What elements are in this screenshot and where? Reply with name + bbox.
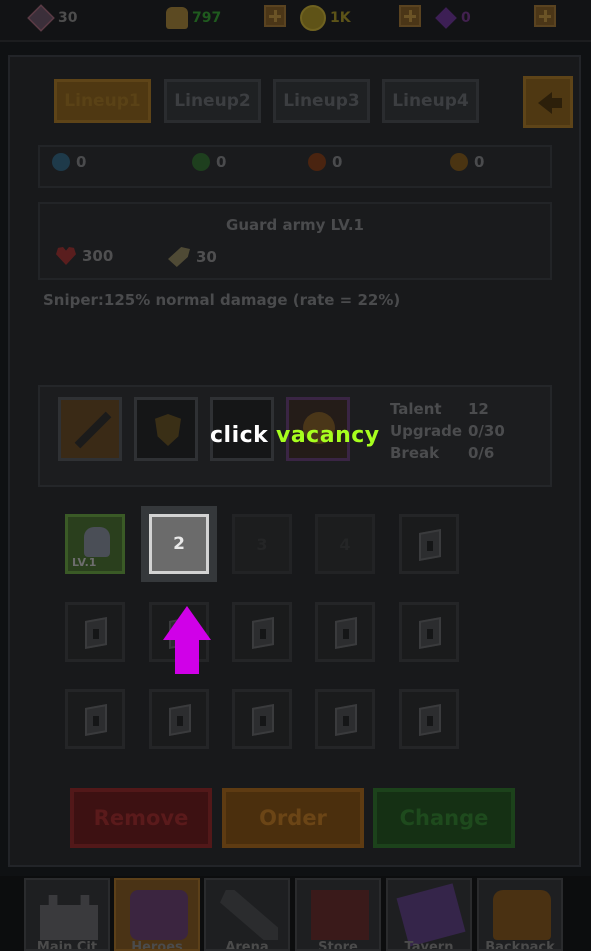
formation-slot-3[interactable]: 3 [232,514,292,574]
shop-icon [311,890,369,940]
locked-slot [149,689,209,749]
stat-fire: 0 [308,153,342,171]
rock-icon [450,153,468,171]
armor-slot[interactable] [134,397,198,461]
locked-slot [65,689,125,749]
slot-number: 3 [256,535,268,554]
add-crystals-button[interactable] [534,5,556,27]
add-coins-button[interactable] [399,5,421,27]
locked-slot [65,602,125,662]
locked-slot [399,602,459,662]
tutorial-vacancy-text: vacancy [276,423,380,448]
locked-slot [399,514,459,574]
nav-label: Store [318,940,358,951]
tab-lineup4[interactable]: Lineup4 [382,79,479,123]
nav-backpack[interactable]: Backpack [477,878,563,951]
bread-icon [166,7,188,29]
upgrade-value: 0/30 [468,422,505,440]
back-button[interactable] [523,76,573,128]
swirl-icon [52,153,70,171]
nav-tavern[interactable]: Tavern [386,878,472,951]
helmet-icon [130,890,188,940]
change-button[interactable]: Change [373,788,515,848]
castle-icon [40,895,98,940]
nav-heroes[interactable]: Heroes [114,878,200,951]
army-attack-value: 30 [196,248,217,266]
coin-counter: 1K [300,5,351,31]
order-button[interactable]: Order [222,788,364,848]
nav-store[interactable]: Store [295,878,381,951]
food-counter: 797 [166,6,221,30]
food-amount: 797 [192,10,222,26]
attack-icon [168,247,190,267]
gem-icon [27,4,55,32]
nav-label: Main Cit [36,940,98,951]
crystal-icon [435,7,457,29]
hero-level: LV.1 [72,556,97,569]
tab-lineup3[interactable]: Lineup3 [273,79,370,123]
backpack-icon [493,890,551,940]
crystal-amount: 0 [461,10,471,26]
talent-value: 12 [468,400,489,418]
nav-label: Tavern [404,940,454,951]
fire-icon [308,153,326,171]
locked-slot [315,602,375,662]
tutorial-click-text: click [210,423,269,448]
crystal-counter: 0 [435,6,471,30]
stat-speed-value: 0 [76,153,87,171]
nav-main-city[interactable]: Main Cit [24,878,110,951]
stat-speed: 0 [52,153,86,171]
formation-slot-1[interactable]: LV.1 [65,514,125,574]
break-row: Break 0/6 [390,444,494,462]
locked-slot [232,602,292,662]
formation-slot-2[interactable]: 2 [149,514,209,574]
army-hp: 300 [56,247,113,265]
nav-label: Heroes [131,940,183,951]
gem-amount: 30 [58,10,78,26]
tab-lineup1[interactable]: Lineup1 [54,79,151,123]
slot-number: 2 [173,534,185,554]
scroll-icon [396,883,466,947]
tutorial-arrow-icon [163,606,211,674]
stat-nature-value: 0 [216,153,227,171]
nav-arena[interactable]: Arena [204,878,290,951]
stat-nature: 0 [192,153,226,171]
crossed-swords-icon [220,890,278,940]
locked-slot [315,689,375,749]
army-hp-value: 300 [82,247,114,265]
talent-label: Talent [390,400,442,418]
break-value: 0/6 [468,444,495,462]
formation-slot-4[interactable]: 4 [315,514,375,574]
army-title: Guard army LV.1 [226,216,364,234]
upgrade-row: Upgrade 0/30 [390,422,505,440]
talent-row: Talent 12 [390,400,489,418]
weapon-slot[interactable] [58,397,122,461]
army-attack: 30 [168,247,217,267]
tab-lineup2[interactable]: Lineup2 [164,79,261,123]
stat-earth: 0 [450,153,484,171]
remove-button[interactable]: Remove [70,788,212,848]
locked-slot [399,689,459,749]
nav-label: Arena [225,940,269,951]
skill-description: Sniper:125% normal damage (rate = 22%) [43,291,401,309]
coin-amount: 1K [330,10,351,26]
nav-label: Backpack [485,940,555,951]
army-info-box: Guard army LV.1 300 30 [38,202,552,280]
slot-number: 4 [339,535,351,554]
locked-slot [232,689,292,749]
stat-earth-value: 0 [474,153,485,171]
break-label: Break [390,444,440,462]
add-food-button[interactable] [264,5,286,27]
gem-counter: 30 [27,4,78,32]
coin-icon [300,5,326,31]
leaf-icon [192,153,210,171]
knight-icon [84,527,110,557]
stat-fire-value: 0 [332,153,343,171]
resource-bar: 30 797 1K 0 [0,0,591,42]
heart-icon [56,247,76,265]
upgrade-label: Upgrade [390,422,463,440]
